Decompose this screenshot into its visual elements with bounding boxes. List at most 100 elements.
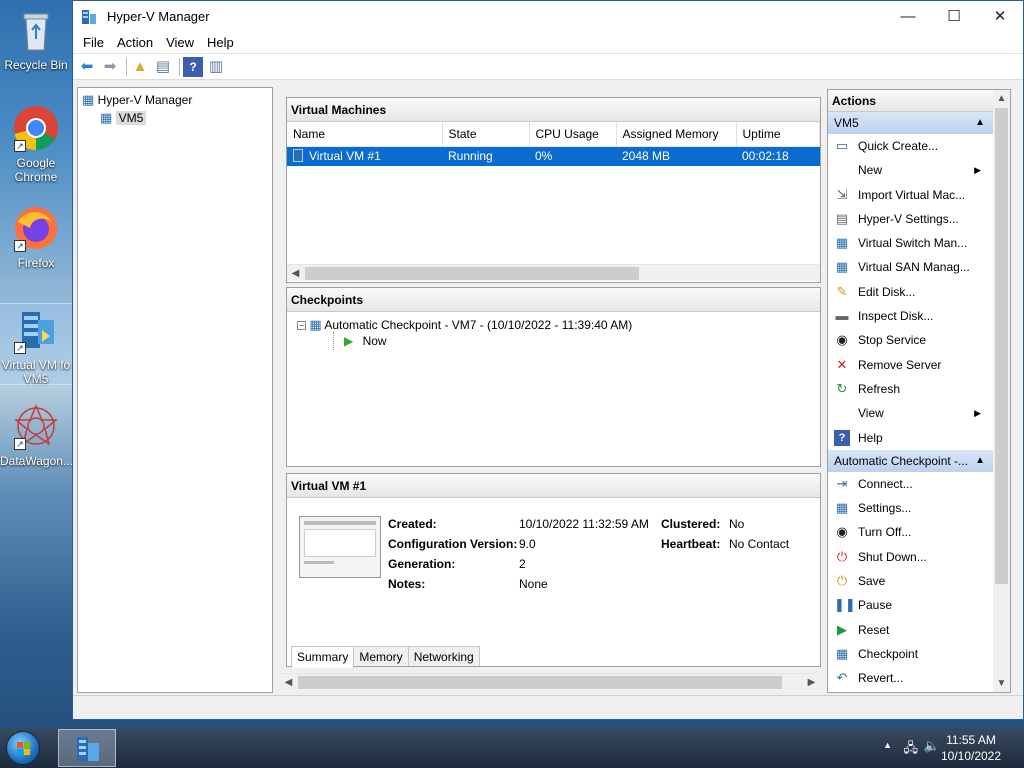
action-view[interactable]: View ▶: [828, 401, 993, 425]
menu-action[interactable]: Action: [117, 32, 160, 50]
action-virtual-san-manager[interactable]: ▦ Virtual SAN Manag...: [828, 255, 993, 279]
desktop-icon-firefox[interactable]: ↗ Firefox: [0, 204, 72, 272]
save-icon: ⏻: [836, 573, 848, 589]
desktop-icon-chrome[interactable]: ↗ Google Chrome: [0, 104, 72, 188]
action-help[interactable]: ? Help: [828, 426, 993, 450]
tab-memory[interactable]: Memory: [353, 646, 409, 666]
action-stop-service[interactable]: ◉ Stop Service: [828, 328, 993, 352]
menu-help[interactable]: Help: [207, 32, 241, 50]
collapse-icon[interactable]: ▲: [975, 450, 985, 472]
action-inspect-disk[interactable]: ▬ Inspect Disk...: [828, 304, 993, 328]
column-header-uptime[interactable]: Uptime: [736, 122, 820, 147]
help-icon[interactable]: ?: [183, 57, 203, 77]
network-icon[interactable]: 🖧: [904, 739, 919, 761]
show-hide-tree-icon[interactable]: ▤: [153, 57, 173, 77]
maximize-button[interactable]: ☐: [931, 1, 977, 32]
show-hidden-icons[interactable]: ▲: [883, 740, 892, 750]
collapse-icon[interactable]: ▲: [975, 112, 985, 134]
menu-file[interactable]: File: [83, 32, 111, 50]
vm-thumbnail: [299, 516, 381, 578]
tab-networking[interactable]: Networking: [407, 646, 480, 666]
action-reset[interactable]: ▶ Reset: [828, 618, 993, 642]
created-value: 10/10/2022 11:32:59 AM: [519, 517, 649, 531]
action-virtual-switch-manager[interactable]: ▦ Virtual Switch Man...: [828, 231, 993, 255]
checkpoint-now-item[interactable]: ▶ Now: [333, 332, 387, 350]
tree-node-label: Hyper-V Manager: [97, 93, 193, 107]
action-connect[interactable]: ⇥ Connect...: [828, 472, 993, 496]
up-folder-icon[interactable]: ▲: [130, 57, 150, 77]
menu-bar: File Action View Help: [73, 32, 1023, 54]
edit-disk-icon: ✎: [836, 283, 848, 299]
action-revert[interactable]: ↶ Revert...: [828, 666, 993, 690]
action-save[interactable]: ⏻ Save: [828, 569, 993, 593]
action-edit-disk[interactable]: ✎ Edit Disk...: [828, 280, 993, 304]
action-import-virtual-machine[interactable]: ⇲ Import Virtual Mac...: [828, 183, 993, 207]
action-pause[interactable]: ❚❚ Pause: [828, 593, 993, 617]
action-checkpoint[interactable]: ▦ Checkpoint: [828, 642, 993, 666]
horizontal-scrollbar[interactable]: ◀: [287, 264, 820, 281]
scrollbar-thumb[interactable]: [995, 108, 1008, 584]
taskbar-hyperv-manager[interactable]: [58, 729, 116, 767]
menu-view[interactable]: View: [166, 32, 201, 50]
action-label: Checkpoint: [858, 646, 919, 661]
vm-row[interactable]: Virtual VM #1 Running 0% 2048 MB 00:02:1…: [287, 146, 820, 166]
column-header-cpu-usage[interactable]: CPU Usage: [529, 122, 617, 147]
action-settings[interactable]: ▦ Settings...: [828, 496, 993, 520]
datawagon-icon: ↗: [12, 402, 60, 450]
minimize-button[interactable]: —: [885, 1, 931, 32]
taskbar: ▲ 🖧 🔈 11:55 AM 10/10/2022: [0, 728, 1024, 768]
tab-summary[interactable]: Summary: [291, 646, 355, 668]
column-header-name[interactable]: Name: [287, 122, 443, 147]
back-arrow-icon[interactable]: ⬅: [77, 57, 97, 77]
action-shut-down[interactable]: ⏻ Shut Down...: [828, 545, 993, 569]
desktop-icon-datawagon[interactable]: ↗ DataWagon...: [0, 402, 73, 470]
hyperv-vm-icon: ↗: [12, 306, 60, 354]
tree-node-hyperv-manager[interactable]: ▦ Hyper-V Manager: [82, 91, 268, 109]
scrollbar-thumb[interactable]: [305, 267, 639, 280]
san-icon: ▦: [835, 259, 849, 275]
action-quick-create[interactable]: ▭ Quick Create...: [828, 134, 993, 158]
actions-group-checkpoint[interactable]: Automatic Checkpoint -... ▲: [828, 449, 993, 472]
scroll-right-icon[interactable]: ▶: [803, 674, 820, 691]
actions-group-vm5[interactable]: VM5 ▲: [828, 112, 993, 134]
shortcut-arrow-icon: ↗: [14, 240, 26, 252]
status-bar: [73, 695, 1023, 719]
close-button[interactable]: ✕: [977, 1, 1023, 32]
show-hide-action-pane-icon[interactable]: ▥: [206, 57, 226, 77]
title-bar[interactable]: Hyper-V Manager — ☐ ✕: [73, 1, 1023, 32]
column-header-assigned-memory[interactable]: Assigned Memory: [616, 122, 737, 147]
play-icon: ▶: [344, 334, 354, 348]
start-button[interactable]: [6, 731, 40, 765]
action-label: Save: [858, 574, 886, 589]
section-title: Virtual VM #1: [287, 474, 820, 498]
turn-off-icon: ◉: [836, 524, 848, 540]
scroll-left-icon[interactable]: ◀: [287, 265, 304, 282]
heartbeat-value: No Contact: [729, 537, 790, 551]
collapse-icon[interactable]: −: [297, 321, 306, 330]
forward-arrow-icon[interactable]: ➡: [100, 57, 120, 77]
action-refresh[interactable]: ↻ Refresh: [828, 377, 993, 401]
column-header-state[interactable]: State: [442, 122, 530, 147]
action-label: Remove Server: [858, 357, 942, 372]
tree-node-vm5[interactable]: ▦ VM5: [82, 109, 268, 127]
shortcut-arrow-icon: ↗: [14, 342, 26, 354]
heartbeat-label: Heartbeat:: [661, 537, 721, 551]
action-label: New: [858, 163, 883, 178]
details-tabs: Summary Memory Networking: [291, 646, 480, 668]
center-horizontal-scrollbar[interactable]: ◀ ▶: [280, 673, 820, 690]
clock[interactable]: 11:55 AM 10/10/2022: [936, 732, 1006, 764]
vm-icon: [293, 149, 303, 163]
desktop-icon-virtual-vm[interactable]: ↗ Virtual VM fo VM5: [0, 303, 73, 386]
desktop-icon-label: Google Chrome: [14, 156, 58, 184]
action-turn-off[interactable]: ◉ Turn Off...: [828, 520, 993, 544]
desktop-icon-recycle-bin[interactable]: Recycle Bin: [0, 6, 72, 74]
tree-node-label: VM5: [115, 111, 147, 125]
scroll-left-icon[interactable]: ◀: [280, 674, 297, 691]
actions-vertical-scrollbar[interactable]: ▲ ▼: [993, 90, 1010, 692]
action-new[interactable]: New ▶: [828, 158, 993, 182]
action-remove-server[interactable]: ✕ Remove Server: [828, 353, 993, 377]
scroll-down-icon[interactable]: ▼: [993, 675, 1010, 692]
scroll-up-icon[interactable]: ▲: [993, 90, 1010, 107]
action-hyperv-settings[interactable]: ▤ Hyper-V Settings...: [828, 207, 993, 231]
scrollbar-thumb[interactable]: [298, 676, 782, 689]
